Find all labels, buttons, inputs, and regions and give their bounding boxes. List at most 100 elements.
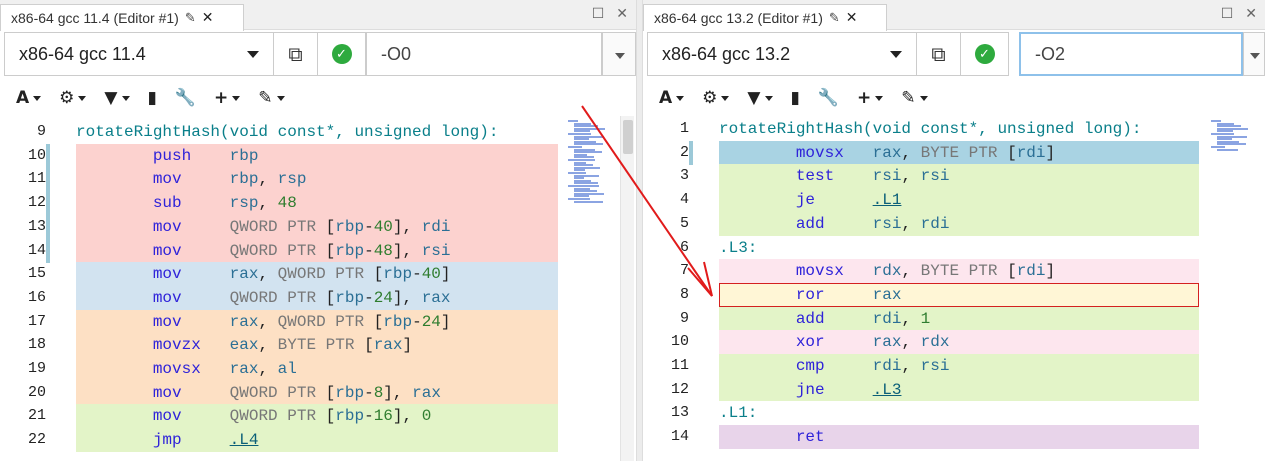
libraries-button[interactable]: ▮: [785, 84, 806, 112]
libraries-button[interactable]: ▮: [142, 84, 163, 112]
theme-button[interactable]: ✎: [252, 84, 290, 112]
token-mnemonic: mov: [152, 407, 182, 426]
chevron-down-icon: [247, 51, 259, 58]
code-line[interactable]: 20 mov QWORD PTR [rbp-8], rax: [0, 380, 636, 405]
token-dark: [: [364, 336, 374, 355]
code-line[interactable]: 11 mov rbp, rsp: [0, 167, 636, 192]
popout-icon[interactable]: ⧉: [917, 32, 961, 76]
token-reg: rbp: [383, 312, 413, 331]
token-reg: rdi: [872, 309, 902, 328]
theme-button[interactable]: ✎: [895, 84, 933, 112]
assembly-editor-right[interactable]: 1 rotateRightHash(void const*, unsigned l…: [643, 116, 1265, 461]
settings-button[interactable]: ⚙: [53, 84, 92, 112]
code-line[interactable]: 19 movsx rax, al: [0, 357, 636, 381]
code-text: rotateRightHash(void const*, unsigned lo…: [76, 120, 498, 144]
pane-splitter[interactable]: [636, 0, 643, 461]
code-line[interactable]: 11 cmp rdi, rsi: [643, 354, 1265, 378]
code-line[interactable]: 8 ror rax: [643, 282, 1265, 307]
compiler-select[interactable]: x86-64 gcc 11.4: [4, 32, 274, 76]
code-line[interactable]: 1 rotateRightHash(void const*, unsigned l…: [643, 117, 1265, 141]
code-line[interactable]: 17 mov rax, QWORD PTR [rbp-24]: [0, 309, 636, 334]
token-gray: BYTE PTR: [920, 143, 1008, 162]
options-dropdown[interactable]: [1243, 32, 1265, 76]
code-line[interactable]: 16 mov QWORD PTR [rbp-24], rax: [0, 285, 636, 310]
token-sp: [825, 357, 873, 375]
filter-icon: ▼: [104, 88, 118, 108]
filter-button[interactable]: ▼: [98, 84, 135, 112]
tab-compiler-right[interactable]: x86-64 gcc 13.2 (Editor #1) ✎ ✕: [643, 4, 887, 31]
compiler-options-input[interactable]: -O0: [366, 32, 602, 76]
add-pane-button[interactable]: +: [851, 84, 889, 112]
code-line[interactable]: 7 movsx rdx, BYTE PTR [rdi]: [643, 259, 1265, 284]
compiler-options-input[interactable]: -O2: [1019, 32, 1243, 76]
tools-button[interactable]: 🔧: [169, 84, 202, 112]
code-line[interactable]: 12 sub rsp, 48: [0, 191, 636, 216]
code-line[interactable]: 18 movzx eax, BYTE PTR [rax]: [0, 333, 636, 358]
code-line[interactable]: 15 mov rax, QWORD PTR [rbp-40]: [0, 262, 636, 287]
code-line[interactable]: 10 xor rax, rdx: [643, 330, 1265, 355]
code-line[interactable]: 9 rotateRightHash(void const*, unsigned l…: [0, 120, 636, 144]
token-sp: [76, 218, 153, 236]
compile-status[interactable]: ✓: [318, 32, 366, 76]
token-sp: [76, 170, 153, 188]
assembly-editor-left[interactable]: 9 rotateRightHash(void const*, unsigned l…: [0, 116, 636, 461]
code-text: .L1:: [719, 401, 757, 425]
close-window-icon[interactable]: ✕: [616, 6, 628, 22]
font-button[interactable]: A: [10, 84, 47, 112]
token-label[interactable]: .L4: [230, 431, 259, 449]
token-reg: rdi: [920, 214, 950, 233]
token-mnemonic: mov: [152, 265, 182, 284]
code-line[interactable]: 6 .L3:: [643, 235, 1265, 260]
token-code: rotateRightHash(void const*, unsigned lo…: [719, 120, 1142, 138]
code-line[interactable]: 10 push rbp: [0, 143, 636, 168]
tab-title: x86-64 gcc 13.2 (Editor #1): [654, 10, 823, 26]
maximize-icon[interactable]: ☐: [592, 6, 605, 22]
settings-button[interactable]: ⚙: [696, 84, 735, 112]
token-green: 1: [920, 309, 931, 328]
token-sp: [719, 144, 796, 162]
code-line[interactable]: 4 je .L1: [643, 188, 1265, 213]
token-mnemonic: jmp: [152, 431, 182, 450]
pencil-icon[interactable]: ✎: [185, 11, 196, 26]
code-line[interactable]: 14 mov QWORD PTR [rbp-48], rsi: [0, 238, 636, 263]
pencil-icon[interactable]: ✎: [829, 11, 840, 26]
options-dropdown[interactable]: [602, 32, 636, 76]
code-line[interactable]: 22 jmp .L4: [0, 428, 636, 453]
compiler-select[interactable]: x86-64 gcc 13.2: [647, 32, 917, 76]
close-window-icon[interactable]: ✕: [1245, 6, 1257, 22]
code-text: .L3:: [719, 236, 757, 260]
scrollbar-thumb[interactable]: [623, 120, 633, 154]
code-line[interactable]: 13 .L1:: [643, 401, 1265, 426]
token-dark: [: [325, 217, 336, 236]
minimap[interactable]: [568, 116, 628, 216]
code-line[interactable]: 9 add rdi, 1: [643, 306, 1265, 331]
code-line[interactable]: 5 add rsi, rdi: [643, 211, 1265, 236]
close-icon[interactable]: ✕: [846, 10, 858, 26]
tools-button[interactable]: 🔧: [812, 84, 845, 112]
code-line[interactable]: 2 movsx rax, BYTE PTR [rdi]: [643, 140, 1265, 165]
token-mnemonic: mov: [152, 288, 182, 307]
code-line[interactable]: 12 jne .L3: [643, 377, 1265, 402]
code-text: xor rax, rdx: [719, 330, 950, 354]
font-button[interactable]: A: [653, 84, 690, 112]
scrollbar[interactable]: [620, 116, 634, 461]
maximize-icon[interactable]: ☐: [1221, 6, 1234, 22]
code-line[interactable]: 3 test rsi, rsi: [643, 164, 1265, 189]
code-line[interactable]: 21 mov QWORD PTR [rbp-16], 0: [0, 404, 636, 429]
add-pane-button[interactable]: +: [208, 84, 246, 112]
code-text: movzx eax, BYTE PTR [rax]: [76, 333, 412, 357]
token-sp: [182, 194, 230, 212]
close-icon[interactable]: ✕: [202, 10, 214, 26]
tab-compiler-left[interactable]: x86-64 gcc 11.4 (Editor #1) ✎ ✕: [0, 4, 244, 31]
code-line[interactable]: 14 ret: [643, 425, 1265, 450]
line-number: 15: [27, 265, 46, 283]
compile-status[interactable]: ✓: [961, 32, 1009, 76]
filter-button[interactable]: ▼: [741, 84, 778, 112]
code-line[interactable]: 13 mov QWORD PTR [rbp-40], rdi: [0, 214, 636, 239]
token-label[interactable]: .L1: [873, 191, 902, 209]
plus-icon: +: [214, 88, 229, 108]
popout-icon[interactable]: ⧉: [274, 32, 318, 76]
token-label[interactable]: .L3: [873, 381, 902, 399]
minimap[interactable]: [1211, 116, 1265, 216]
code-text: ror rax: [719, 283, 902, 307]
